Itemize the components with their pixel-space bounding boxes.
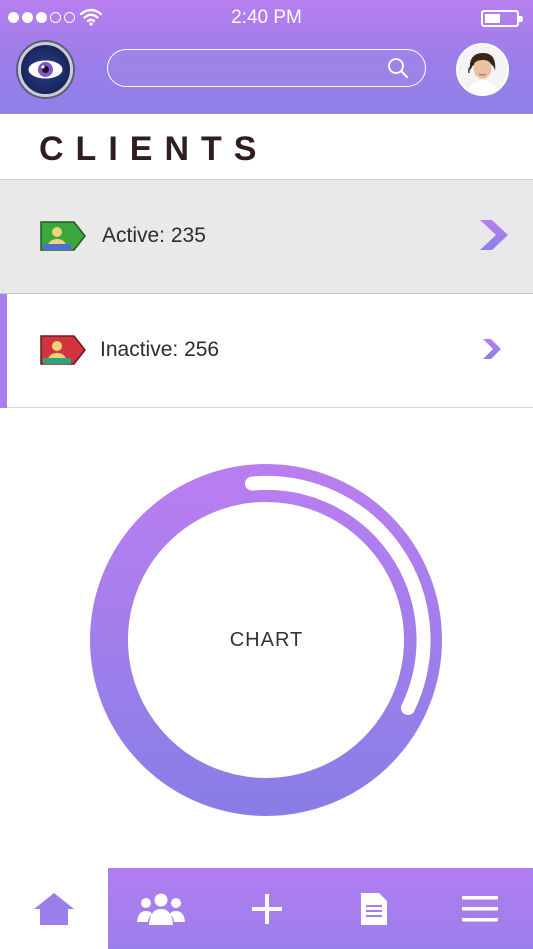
bottom-tab-bar <box>0 868 533 949</box>
tab-add[interactable] <box>214 868 320 949</box>
search-icon[interactable] <box>387 57 409 79</box>
tab-menu[interactable] <box>427 868 533 949</box>
tab-documents[interactable] <box>321 868 427 949</box>
chart-area: CHART <box>0 408 533 868</box>
user-avatar-icon[interactable] <box>456 43 509 96</box>
app-header: 2:40 PM <box>0 0 533 114</box>
user-tag-icon <box>40 335 86 365</box>
chart-label: CHART <box>229 629 304 651</box>
home-icon <box>34 892 74 925</box>
page-title: CLIENTS <box>39 130 269 168</box>
menu-icon <box>461 895 498 921</box>
client-count: 256 <box>184 338 220 361</box>
tab-home[interactable] <box>0 868 108 949</box>
client-row-inactive[interactable]: Inactive: 256 <box>0 294 533 408</box>
plus-icon <box>252 893 283 924</box>
client-status-label: Inactive: <box>100 338 179 361</box>
status-time: 2:40 PM <box>231 7 302 28</box>
status-bar: 2:40 PM <box>0 0 533 36</box>
user-tag-icon <box>40 221 86 251</box>
users-icon <box>137 893 186 925</box>
client-row-active[interactable]: Active: 235 <box>0 180 533 294</box>
chevron-right-icon[interactable] <box>478 218 510 252</box>
battery-icon <box>481 10 523 27</box>
search-input[interactable] <box>107 49 426 87</box>
chevron-right-icon[interactable] <box>481 337 503 361</box>
tab-clients[interactable] <box>108 868 214 949</box>
client-count: 235 <box>170 224 206 247</box>
client-status-label: Active: <box>102 224 166 247</box>
eye-logo-icon[interactable] <box>18 42 73 97</box>
selection-indicator <box>0 294 7 408</box>
document-icon <box>360 892 387 925</box>
